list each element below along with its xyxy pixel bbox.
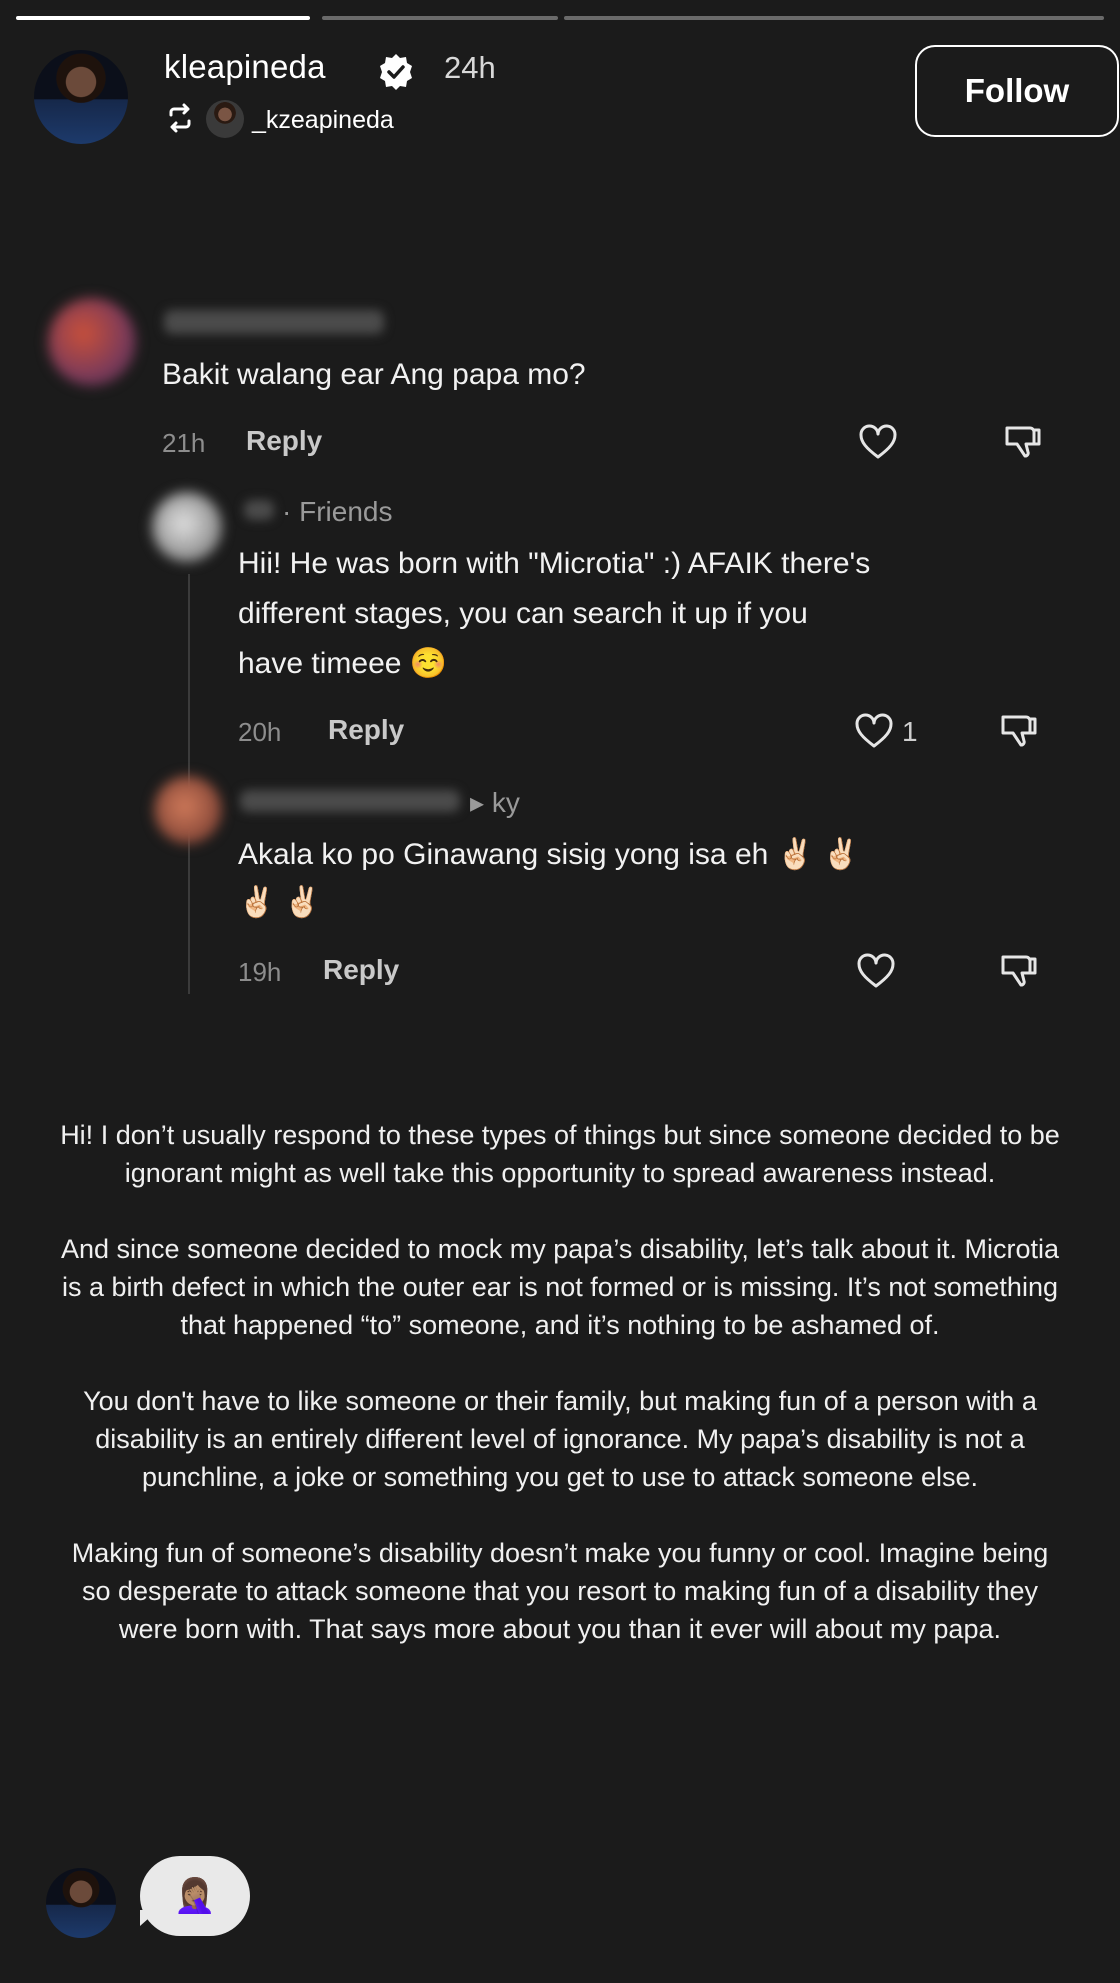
reply-button[interactable]: Reply — [246, 425, 322, 457]
story-caption: Hi! I don’t usually respond to these typ… — [60, 1116, 1060, 1686]
dislike-icon[interactable] — [1000, 420, 1044, 464]
caption-paragraph: And since someone decided to mock my pap… — [61, 1234, 1059, 1340]
comment-time: 21h — [162, 428, 206, 458]
story-progress-bar-2 — [322, 16, 558, 20]
reply-time: 20h — [238, 717, 282, 747]
reply-username-blurred — [244, 500, 274, 520]
reply-to-tag: ▸ ky — [470, 787, 520, 818]
follow-button[interactable]: Follow — [915, 45, 1119, 137]
like-count: 1 — [902, 716, 918, 747]
commenter-avatar[interactable] — [48, 298, 136, 386]
caption-paragraph: Hi! I don’t usually respond to these typ… — [60, 1120, 1060, 1188]
reply-button[interactable]: Reply — [323, 954, 399, 986]
repost-username[interactable]: _kzeapineda — [252, 106, 394, 135]
heart-icon[interactable] — [854, 949, 898, 993]
username[interactable]: kleapineda — [164, 48, 326, 86]
reply-time: 19h — [238, 957, 282, 987]
reply-text-line-3: have timeee ☺️ — [238, 647, 448, 680]
post-time: 24h — [444, 50, 496, 85]
caption-paragraph: You don't have to like someone or their … — [83, 1386, 1037, 1492]
dislike-icon[interactable] — [996, 709, 1040, 753]
caption-paragraph: Making fun of someone’s disability doesn… — [71, 1538, 1049, 1644]
verified-badge-icon — [376, 52, 416, 92]
dislike-icon[interactable] — [996, 949, 1040, 993]
story-progress-fill-1 — [16, 16, 310, 20]
profile-avatar[interactable] — [34, 50, 128, 144]
friends-tag: · Friends — [282, 496, 393, 527]
comment-text: Bakit walang ear Ang papa mo? — [162, 358, 586, 391]
reply-text-line-1: Hii! He was born with "Microtia" :) AFAI… — [238, 547, 871, 580]
story-progress-bar-3 — [564, 16, 1104, 20]
story-owner-avatar[interactable] — [46, 1868, 116, 1938]
heart-icon[interactable] — [856, 420, 900, 464]
reply-text-line-1: Akala ko po Ginawang sisig yong isa eh ✌… — [238, 838, 860, 871]
repost-icon — [164, 102, 196, 134]
commenter-username-blurred — [164, 310, 384, 334]
reply-username-blurred — [240, 790, 460, 812]
reaction-bubble-tail — [140, 1910, 158, 1926]
story-progress-bar-1 — [16, 16, 310, 20]
reply-button[interactable]: Reply — [328, 714, 404, 746]
reply-avatar[interactable] — [152, 492, 222, 562]
reply-text-line-2: ✌🏻 ✌🏻 — [238, 886, 322, 919]
reply-text-line-2: different stages, you can search it up i… — [238, 597, 808, 630]
heart-icon[interactable] — [852, 709, 896, 753]
reply-avatar[interactable] — [154, 776, 222, 844]
repost-user-avatar[interactable] — [206, 100, 244, 138]
